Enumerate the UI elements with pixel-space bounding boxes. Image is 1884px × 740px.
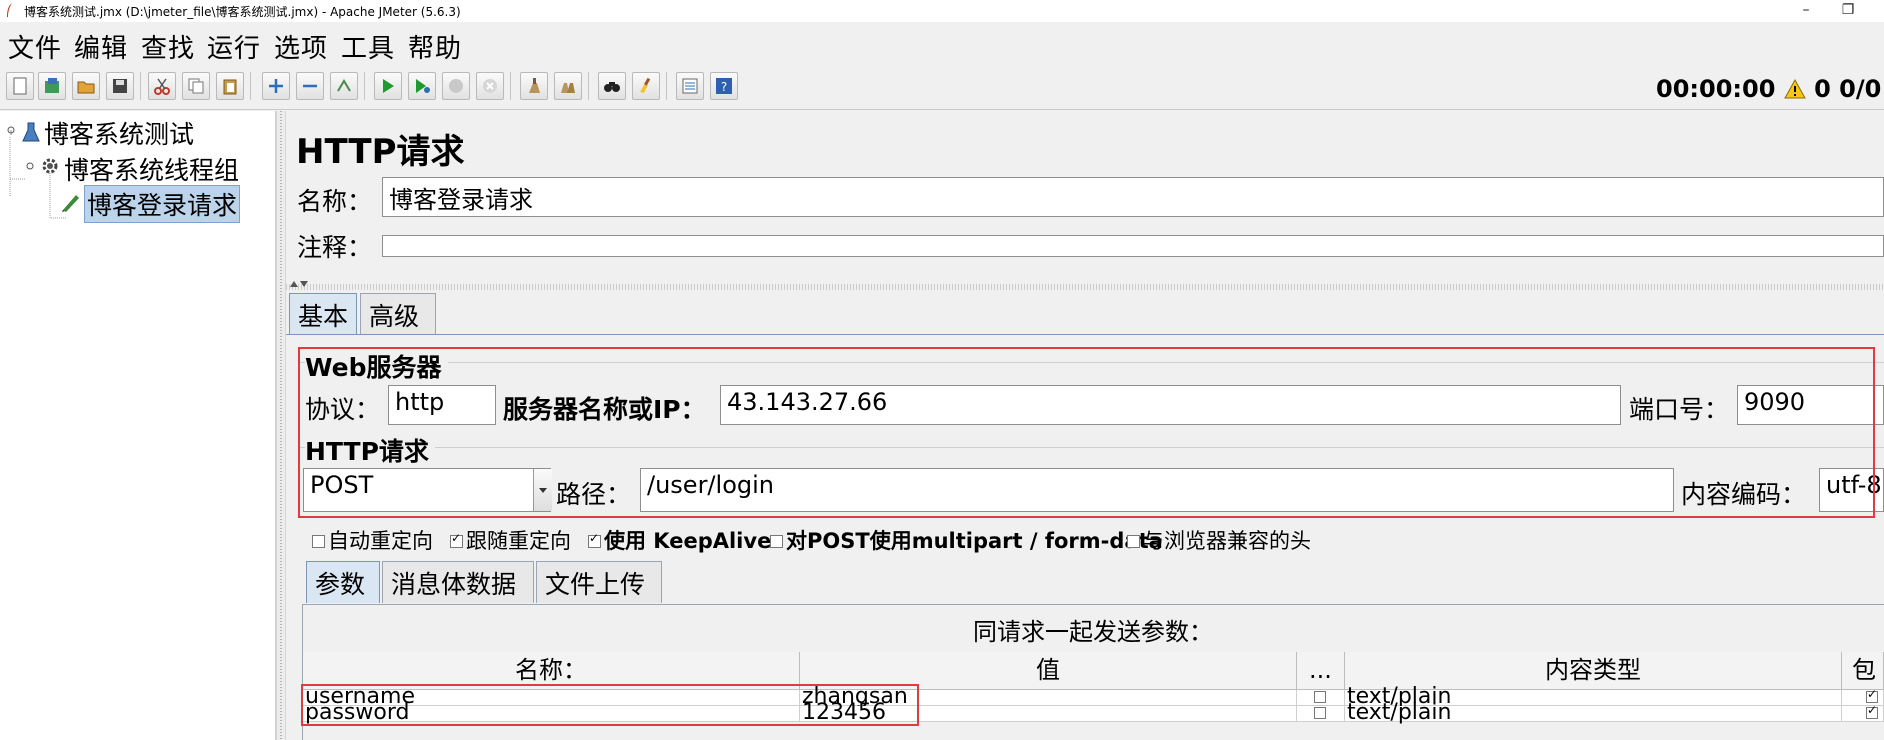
tree-lines xyxy=(9,137,26,197)
tab-parameters[interactable]: 参数 xyxy=(306,561,380,603)
expand-icon[interactable] xyxy=(262,72,290,100)
toggle-icon[interactable] xyxy=(330,72,358,100)
title-bar: 博客系统测试.jmx (D:\jmeter_file\博客系统测试.jmx) -… xyxy=(0,0,1884,22)
name-field[interactable]: 博客登录请求 xyxy=(382,177,1884,217)
sampler-pen-icon xyxy=(62,195,79,212)
reset-search-icon[interactable] xyxy=(632,72,660,100)
clear-all-icon[interactable] xyxy=(554,72,582,100)
tab-files-upload[interactable]: 文件上传 xyxy=(536,561,662,603)
table-cell-include[interactable] xyxy=(1842,687,1884,706)
status-area: 00:00:00 0 0/0 xyxy=(1656,75,1884,103)
page-title: HTTP请求 xyxy=(296,132,465,172)
jmeter-logo-icon xyxy=(7,3,12,17)
checkbox[interactable] xyxy=(312,535,325,548)
start-icon[interactable] xyxy=(374,72,402,100)
tree-node-thread-group[interactable]: 博客系统线程组 xyxy=(64,151,239,187)
option-label: 跟随重定向 xyxy=(466,529,571,553)
option-auto-redirect[interactable]: 自动重定向 xyxy=(312,525,433,555)
menu-file[interactable]: 文件 xyxy=(8,28,62,65)
warning-icon xyxy=(1783,78,1806,99)
menu-bar: 文件 编辑 查找 运行 选项 工具 帮助 xyxy=(0,22,1884,65)
warning-count: 0 xyxy=(1814,75,1831,103)
table-cell-checkbox[interactable] xyxy=(1297,706,1345,722)
open-icon[interactable] xyxy=(72,72,100,100)
table-cell-include[interactable] xyxy=(1842,703,1884,722)
column-header-include[interactable]: 包 xyxy=(1842,652,1884,690)
checkbox[interactable] xyxy=(770,535,783,548)
table-cell-checkbox[interactable] xyxy=(1297,690,1345,706)
option-keepalive[interactable]: 使用 KeepAlive xyxy=(588,525,771,555)
option-browser-headers[interactable]: 与浏览器兼容的头 xyxy=(1127,525,1311,555)
menu-help[interactable]: 帮助 xyxy=(408,28,462,65)
tree-node-http-sampler[interactable]: 博客登录请求 xyxy=(84,185,241,223)
copy-icon[interactable] xyxy=(182,72,210,100)
tree-node-test-plan[interactable]: 博客系统测试 xyxy=(44,115,194,151)
panel-divider[interactable] xyxy=(286,284,1884,290)
menu-options[interactable]: 选项 xyxy=(274,28,328,65)
menu-search[interactable]: 查找 xyxy=(141,28,195,65)
tab-basic[interactable]: 基本 xyxy=(289,293,357,335)
checkbox[interactable] xyxy=(1127,535,1140,548)
toolbar: ? 00:00:00 0 0/0 xyxy=(0,62,1884,110)
minimize-icon[interactable]: – xyxy=(1796,2,1816,20)
tab-underline xyxy=(286,334,1884,335)
paste-icon[interactable] xyxy=(216,72,244,100)
comment-label: 注释： xyxy=(297,233,373,262)
option-multipart[interactable]: 对POST使用multipart / form-data xyxy=(770,525,1163,555)
clear-icon[interactable] xyxy=(520,72,548,100)
option-label: 对POST使用multipart / form-data xyxy=(786,529,1163,553)
tree-toggle-icon[interactable] xyxy=(6,125,16,135)
active-threads: 0/0 xyxy=(1839,75,1882,103)
highlight-box xyxy=(298,347,1875,518)
shutdown-icon[interactable] xyxy=(476,72,504,100)
tab-advanced[interactable]: 高级 xyxy=(360,293,436,335)
option-follow-redirect[interactable]: 跟随重定向 xyxy=(450,525,571,555)
collapse-icon[interactable] xyxy=(296,72,324,100)
column-header-more[interactable]: ... xyxy=(1297,652,1345,690)
stop-icon[interactable] xyxy=(442,72,470,100)
elapsed-time: 00:00:00 xyxy=(1656,75,1776,103)
window-title: 博客系统测试.jmx (D:\jmeter_file\博客系统测试.jmx) -… xyxy=(24,5,461,19)
menu-run[interactable]: 运行 xyxy=(207,28,261,65)
svg-text:?: ? xyxy=(721,80,727,94)
option-label: 自动重定向 xyxy=(328,529,433,553)
tree-toggle-icon[interactable] xyxy=(25,161,35,171)
new-icon[interactable] xyxy=(6,72,34,100)
highlight-box xyxy=(301,684,919,726)
checkbox[interactable] xyxy=(588,531,601,548)
table-caption: 同请求一起发送参数： xyxy=(973,618,1213,646)
test-plan-tree: 博客系统测试 博客系统线程组 博客登录请求 xyxy=(0,111,276,740)
tab-body-data[interactable]: 消息体数据 xyxy=(382,561,534,603)
save-icon[interactable] xyxy=(106,72,134,100)
function-helper-icon[interactable] xyxy=(676,72,704,100)
collapse-arrows-icon[interactable] xyxy=(288,279,310,289)
start-no-pause-icon[interactable] xyxy=(408,72,436,100)
option-label: 与浏览器兼容的头 xyxy=(1143,529,1311,553)
checkbox[interactable] xyxy=(450,531,463,548)
search-icon[interactable] xyxy=(598,72,626,100)
cut-icon[interactable] xyxy=(148,72,176,100)
help-icon[interactable]: ? xyxy=(710,72,738,100)
menu-edit[interactable]: 编辑 xyxy=(74,28,128,65)
templates-icon[interactable] xyxy=(38,72,66,100)
split-pane-divider[interactable] xyxy=(276,111,286,740)
maximize-icon[interactable]: ❐ xyxy=(1838,2,1858,20)
name-label: 名称： xyxy=(297,187,373,216)
option-label: 使用 KeepAlive xyxy=(604,529,772,553)
table-cell-content-type[interactable]: text/plain xyxy=(1345,702,1842,724)
comment-field[interactable] xyxy=(382,235,1884,257)
menu-tools[interactable]: 工具 xyxy=(341,28,395,65)
